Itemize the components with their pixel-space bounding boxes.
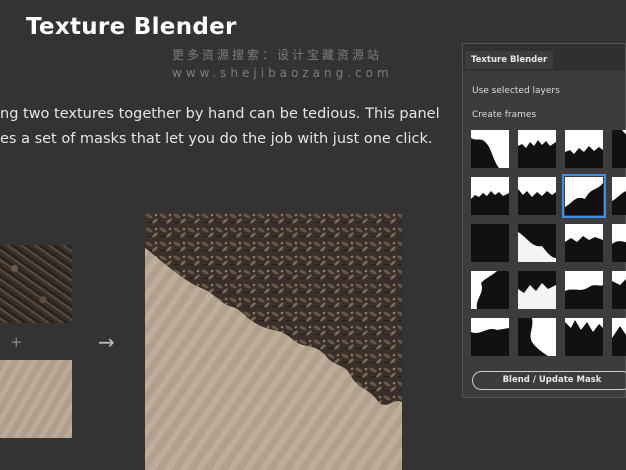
mask-thumbnail-3[interactable] — [565, 130, 603, 168]
texture-leaves-image — [0, 245, 72, 323]
panel-tab-bar: Texture Blender — [463, 44, 625, 71]
texture-sand-image — [0, 360, 72, 438]
mask-thumbnail-14[interactable] — [518, 271, 556, 309]
use-selected-layers-option[interactable]: Use selected layers — [472, 86, 560, 96]
mask-thumbnail-13[interactable] — [471, 271, 509, 309]
mask-thumbnail-7[interactable] — [562, 174, 606, 218]
mask-thumbnail-2[interactable] — [518, 130, 556, 168]
watermark-url: www.shejibaozang.com — [172, 66, 393, 80]
arrow-right-icon: → — [98, 330, 115, 354]
mask-thumbnail-19[interactable] — [565, 318, 603, 356]
mask-thumbnail-17[interactable] — [471, 318, 509, 356]
mask-thumbnail-6[interactable] — [518, 177, 556, 215]
mask-thumbnail-4[interactable] — [612, 130, 626, 168]
description-line-1: ng two textures together by hand can be … — [0, 106, 440, 122]
texture-blender-panel: Texture Blender Use selected layers Crea… — [462, 43, 626, 398]
mask-thumbnail-12[interactable] — [612, 224, 626, 262]
create-frames-option[interactable]: Create frames — [472, 110, 536, 120]
watermark-chinese: 更多资源搜索：设计宝藏资源站 — [172, 48, 383, 62]
mask-thumbnail-16[interactable] — [612, 271, 626, 309]
description: ng two textures together by hand can be … — [0, 102, 440, 152]
blend-update-mask-button[interactable]: Blend / Update Mask — [472, 371, 626, 390]
mask-thumbnail-20[interactable] — [612, 318, 626, 356]
page-title: Texture Blender — [26, 14, 237, 40]
mask-thumbnail-10[interactable] — [518, 224, 556, 262]
description-line-2: es a set of masks that let you do the jo… — [0, 131, 433, 147]
mask-thumbnail-8[interactable] — [612, 177, 626, 215]
mask-thumbnail-1[interactable] — [471, 130, 509, 168]
mask-thumbnail-15[interactable] — [565, 271, 603, 309]
mask-thumbnail-18[interactable] — [518, 318, 556, 356]
mask-thumbnail-5[interactable] — [471, 177, 509, 215]
mask-thumbnail-9[interactable] — [471, 224, 509, 262]
tab-texture-blender[interactable]: Texture Blender — [465, 51, 554, 69]
mask-thumbnail-11[interactable] — [565, 224, 603, 262]
blended-result-image — [145, 212, 402, 470]
plus-icon: + — [10, 333, 23, 351]
